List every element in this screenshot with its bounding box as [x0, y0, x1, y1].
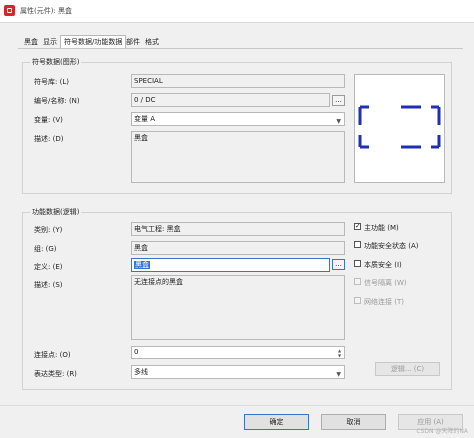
- cancel-button[interactable]: 取消: [321, 414, 386, 430]
- signal-isolation-label: 信号隔离 (W): [364, 279, 407, 287]
- definition-value: 黑盒: [134, 261, 150, 269]
- functional-safety-checkbox[interactable]: [354, 241, 361, 248]
- connections-label: 连接点: (O): [34, 351, 71, 359]
- logic-button[interactable]: 逻辑... (C): [375, 362, 440, 376]
- spinner-arrows-icon[interactable]: ▲ ▼: [336, 348, 343, 358]
- number-name-label: 编号/名称: (N): [34, 97, 80, 105]
- function-description-field[interactable]: 无连接点的黑盒: [131, 275, 345, 340]
- main-function-label: 主功能 (M): [364, 224, 399, 232]
- number-name-field[interactable]: 0 / DC: [131, 93, 330, 107]
- tab-symbol-function-data[interactable]: 符号数据/功能数据: [60, 35, 127, 49]
- category-field[interactable]: 电气工程: 黑盒: [131, 222, 345, 236]
- connections-value: 0: [134, 348, 139, 356]
- symbol-data-group-title: 符号数据(图形): [30, 57, 82, 67]
- connections-spinner[interactable]: 0 ▲ ▼: [131, 346, 345, 359]
- symbol-description-field[interactable]: 黑盒: [131, 131, 345, 183]
- signal-isolation-checkbox[interactable]: [354, 278, 361, 285]
- library-label: 符号库: (L): [34, 78, 69, 86]
- tab-format[interactable]: 格式: [142, 37, 162, 48]
- definition-browse-button[interactable]: ...: [332, 259, 345, 270]
- number-browse-button[interactable]: ...: [332, 95, 345, 106]
- category-label: 类别: (Y): [34, 226, 63, 234]
- app-logo-icon: [4, 5, 15, 16]
- tab-display[interactable]: 显示: [40, 37, 60, 48]
- variant-dropdown[interactable]: 变量 A ▼: [131, 112, 345, 126]
- representation-value: 多线: [134, 368, 148, 376]
- tab-content-border: [18, 48, 463, 49]
- chevron-down-icon: ▼: [336, 118, 341, 125]
- network-connection-label: 网络连接 (T): [364, 298, 404, 306]
- main-function-checkbox[interactable]: [354, 222, 361, 230]
- tab-blackbox[interactable]: 黑盒: [21, 37, 41, 48]
- definition-field[interactable]: 黑盒: [131, 258, 330, 272]
- intrinsic-safety-label: 本质安全 (I): [364, 261, 402, 269]
- tab-parts[interactable]: 部件: [123, 37, 143, 48]
- title-bar: 属性(元件): 黑盒: [0, 0, 474, 23]
- function-data-group-title: 功能数据(逻辑): [30, 207, 82, 217]
- watermark-text: CSDN @天降的NA: [416, 428, 468, 435]
- ok-button[interactable]: 确定: [244, 414, 309, 430]
- functional-safety-label: 功能安全状态 (A): [364, 242, 419, 250]
- variant-label: 变量: (V): [34, 116, 63, 124]
- group-label: 组: (G): [34, 245, 57, 253]
- symbol-preview: [354, 74, 445, 183]
- intrinsic-safety-checkbox[interactable]: [354, 260, 361, 267]
- chevron-down-icon: ▼: [336, 371, 341, 378]
- symbol-description-label: 描述: (D): [34, 135, 64, 143]
- group-field[interactable]: 黑盒: [131, 241, 345, 255]
- network-connection-checkbox[interactable]: [354, 297, 361, 304]
- variant-value: 变量 A: [134, 115, 156, 123]
- blackbox-symbol-graphic: [358, 105, 441, 149]
- library-field[interactable]: SPECIAL: [131, 74, 345, 88]
- function-description-label: 描述: (S): [34, 281, 63, 289]
- representation-dropdown[interactable]: 多线 ▼: [131, 365, 345, 379]
- window-title: 属性(元件): 黑盒: [20, 7, 73, 15]
- representation-label: 表达类型: (R): [34, 370, 77, 378]
- definition-label: 定义: (E): [34, 263, 63, 271]
